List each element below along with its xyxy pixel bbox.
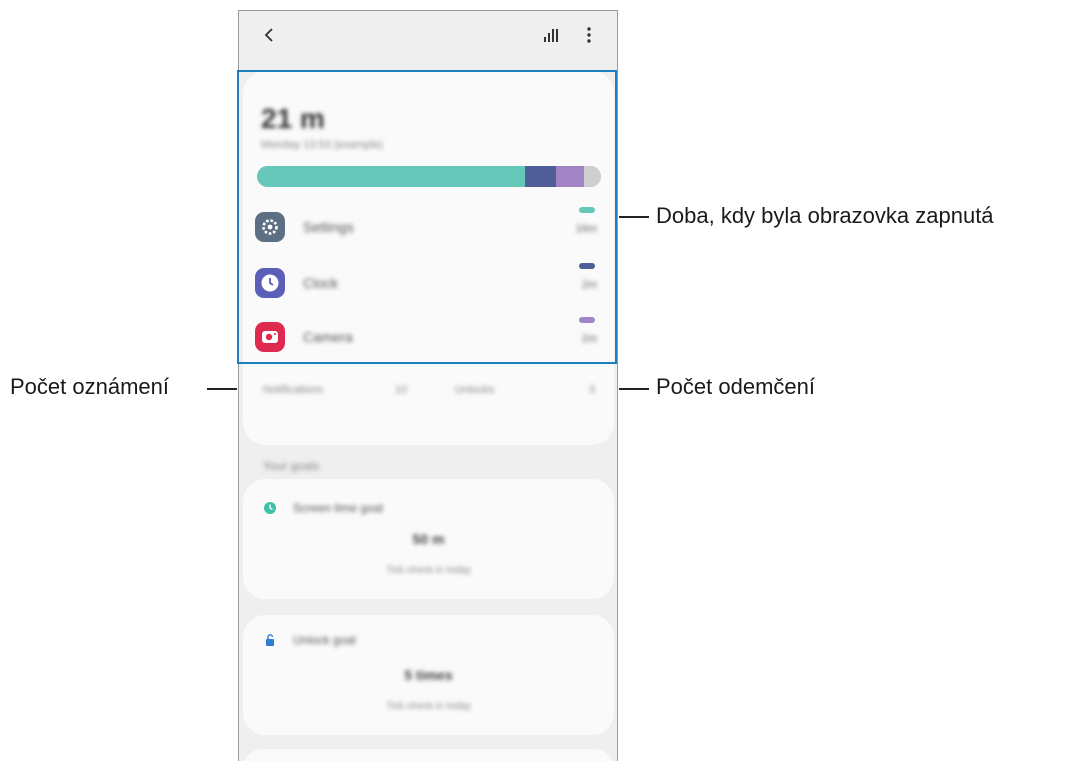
back-button[interactable] [257, 23, 281, 47]
unlock-icon [266, 634, 274, 646]
goal-value: 5 times [404, 667, 453, 683]
callout-line-notifications [207, 388, 237, 390]
goal-title: Screen time goal [293, 501, 384, 515]
goal-sub: Tick check in today [386, 701, 471, 712]
notifications-label: Notifications [263, 384, 323, 396]
unlocks-count: 3 [589, 384, 596, 396]
stats-button[interactable] [539, 23, 563, 47]
timer-icon [264, 502, 276, 514]
callout-screen-time: Doba, kdy byla obrazovka zapnutá [656, 203, 994, 228]
goal-sub: Tick check in today [386, 565, 471, 576]
notifications-count: 10 [395, 384, 408, 396]
goals-section-title: Your goals [263, 459, 320, 473]
more-vert-icon [587, 27, 591, 43]
callout-line-screen-time [619, 216, 649, 218]
counts-row: Notifications 10 Unlocks 3 [259, 381, 599, 405]
next-card[interactable] [243, 749, 614, 761]
more-options-button[interactable] [577, 23, 601, 47]
screen-time-goal-card[interactable]: Screen time goal 50 m Tick check in toda… [243, 479, 614, 599]
top-app-bar [239, 11, 617, 67]
chevron-left-icon [264, 28, 273, 42]
goal-value: 50 m [412, 531, 445, 547]
unlock-goal-card[interactable]: Unlock goal 5 times Tick check in today [243, 615, 614, 735]
screen-time-highlight-box [237, 70, 617, 364]
bar-chart-icon [544, 29, 558, 42]
goal-title: Unlock goal [293, 633, 356, 647]
unlocks-label: Unlocks [455, 384, 495, 396]
callout-unlocks: Počet odemčení [656, 374, 815, 399]
callout-notifications: Počet oznámení [10, 374, 169, 399]
callout-line-unlocks [619, 388, 649, 390]
